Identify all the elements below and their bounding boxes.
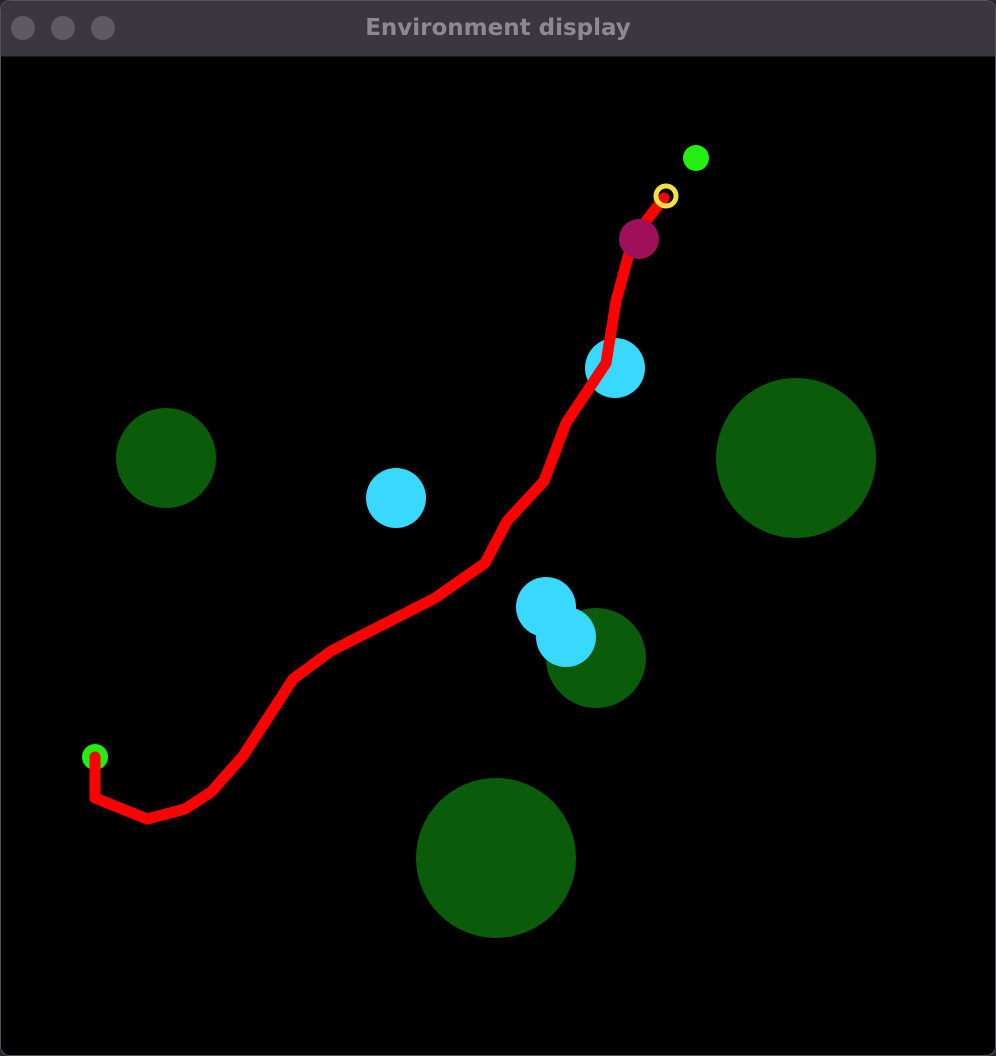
obstacle-cyan-pair-b [536, 607, 596, 667]
agent-marker [619, 219, 659, 259]
obstacle-green-left [116, 408, 216, 508]
app-window: Environment display [0, 0, 996, 1056]
environment-canvas[interactable] [1, 57, 995, 1055]
obstacle-green-bottom [416, 778, 576, 938]
obstacle-cyan-left [366, 468, 426, 528]
obstacle-green-right [716, 378, 876, 538]
goal-marker [683, 145, 709, 171]
title-bar[interactable]: Environment display [1, 1, 995, 57]
environment-svg [82, 145, 876, 938]
window-title: Environment display [365, 15, 631, 41]
